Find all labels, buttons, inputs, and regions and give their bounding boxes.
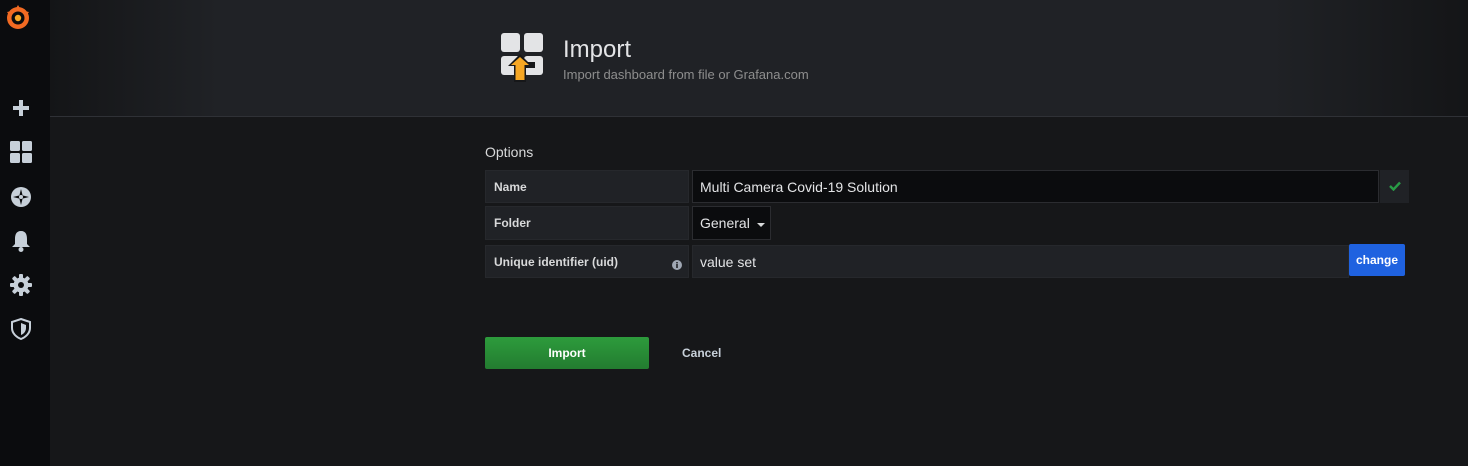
configuration-gear-icon: [10, 274, 32, 296]
import-button[interactable]: Import: [485, 337, 649, 369]
dashboards-nav-item[interactable]: [0, 132, 42, 172]
name-label: Name: [485, 170, 689, 203]
grafana-import-page: Import Import dashboard from file or Gra…: [0, 0, 1468, 466]
page-header: Import Import dashboard from file or Gra…: [50, 0, 1468, 117]
alerting-bell-icon: [11, 230, 31, 252]
options-section-label: Options: [485, 144, 534, 160]
name-input[interactable]: Multi Camera Covid-19 Solution: [692, 170, 1379, 203]
plus-icon: [11, 98, 31, 118]
folder-select[interactable]: General: [692, 206, 771, 240]
cancel-button[interactable]: Cancel: [682, 346, 721, 360]
folder-selected-value: General: [700, 215, 750, 231]
dashboards-icon: [10, 141, 32, 163]
configuration-nav-item[interactable]: [0, 265, 42, 305]
uid-label: Unique identifier (uid): [485, 245, 689, 278]
server-admin-shield-icon: [10, 318, 32, 340]
change-uid-button[interactable]: change: [1349, 244, 1405, 276]
server-admin-nav-item[interactable]: [0, 309, 42, 349]
sidebar: [0, 0, 50, 466]
info-circle-icon[interactable]: [672, 257, 682, 270]
explore-nav-item[interactable]: [0, 177, 42, 217]
check-icon: [1388, 178, 1401, 196]
caret-down-icon: [756, 222, 765, 227]
explore-compass-icon: [10, 186, 32, 208]
create-nav-item[interactable]: [0, 88, 42, 128]
page-subtitle: Import dashboard from file or Grafana.co…: [563, 67, 809, 82]
page-title: Import: [563, 36, 632, 63]
folder-label: Folder: [485, 206, 689, 240]
grafana-logo[interactable]: [3, 3, 33, 33]
name-valid-indicator: [1380, 170, 1409, 203]
alerting-nav-item[interactable]: [0, 221, 42, 261]
uid-input[interactable]: value set: [692, 245, 1349, 278]
import-dashboard-icon: [499, 32, 547, 84]
